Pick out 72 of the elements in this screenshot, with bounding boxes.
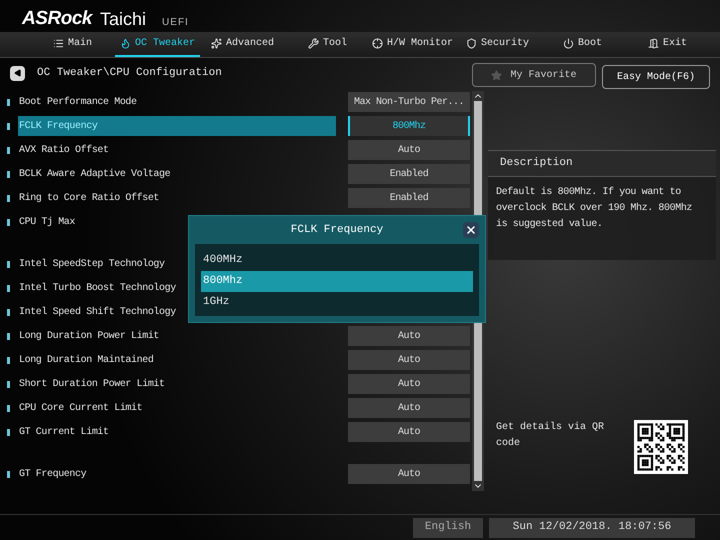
- setting-value[interactable]: Auto: [348, 422, 470, 442]
- description-text: Default is 800Mhz. If you want to overclock BCLK over 190 Mhz. 800Mhz is suggested value.: [495, 186, 694, 232]
- setting-label[interactable]: Long Duration Maintained: [18, 350, 336, 370]
- close-button[interactable]: [463, 222, 479, 238]
- setting-value[interactable]: Auto: [348, 398, 470, 418]
- setting-value[interactable]: Enabled: [348, 188, 470, 208]
- setting-label[interactable]: GT Frequency: [18, 464, 336, 484]
- setting-label[interactable]: BCLK Aware Adaptive Voltage: [18, 164, 336, 184]
- nav-tab[interactable]: Security: [455, 32, 540, 57]
- favorite-button[interactable]: My Favorite: [472, 63, 596, 87]
- power-icon: [562, 38, 574, 49]
- setting-value[interactable]: Auto: [348, 140, 470, 160]
- bullet-icon: [7, 470, 10, 478]
- wrench-icon: [308, 38, 319, 49]
- flame-icon: [120, 38, 131, 49]
- bullet-icon: [7, 332, 10, 340]
- setting-value[interactable]: Enabled: [348, 164, 470, 184]
- model-name: Taichi: [100, 10, 146, 28]
- description-title: Description: [488, 151, 716, 176]
- close-icon: [465, 224, 477, 236]
- setting-value[interactable]: 800Mhz: [348, 116, 470, 136]
- bullet-icon: [7, 404, 10, 412]
- qr-code-icon: [634, 420, 688, 474]
- back-arrow-icon: [14, 69, 22, 77]
- back-button[interactable]: [10, 66, 25, 80]
- brand-logo: ASRock: [22, 9, 92, 28]
- nav-tab[interactable]: H/W Monitor: [370, 32, 455, 57]
- star-icon: [491, 70, 502, 80]
- setting-label[interactable]: Short Duration Power Limit: [18, 374, 336, 394]
- setting-label[interactable]: Boot Performance Mode: [18, 92, 336, 112]
- date-time: Sun 12/02/2018. 18:07:56: [489, 518, 695, 538]
- setting-label[interactable]: Ring to Core Ratio Offset: [18, 188, 336, 208]
- nav-tab[interactable]: OC Tweaker: [115, 32, 200, 57]
- breadcrumb-path: OC Tweaker\CPU Configuration: [37, 66, 222, 81]
- setting-label[interactable]: Long Duration Power Limit: [18, 326, 336, 346]
- nav-tab[interactable]: Main: [30, 32, 115, 57]
- setting-value[interactable]: Max Non-Turbo Per...: [348, 92, 470, 112]
- bullet-icon: [7, 380, 10, 388]
- bullet-icon: [7, 428, 10, 436]
- easy-mode-button[interactable]: Easy Mode(F6): [602, 65, 710, 89]
- bullet-icon: [7, 356, 10, 364]
- shield-icon: [466, 38, 477, 49]
- setting-label[interactable]: AVX Ratio Offset: [18, 140, 336, 160]
- bullet-icon: [7, 308, 10, 316]
- bullet-icon: [7, 284, 10, 292]
- bullet-icon: [7, 260, 10, 268]
- crosshair-icon: [372, 38, 383, 49]
- setting-label[interactable]: CPU Core Current Limit: [18, 398, 336, 418]
- nav-tab[interactable]: Tool: [285, 32, 370, 57]
- setting-value[interactable]: Auto: [348, 326, 470, 346]
- dialog-option[interactable]: 400MHz: [201, 250, 473, 271]
- setting-label[interactable]: GT Current Limit: [18, 422, 336, 442]
- bullet-icon: [7, 122, 10, 130]
- firmware-label: UEFI: [162, 18, 189, 28]
- language-button[interactable]: English: [413, 518, 483, 538]
- qr-hint-text: Get details via QR code: [496, 420, 606, 451]
- setting-value[interactable]: Auto: [348, 374, 470, 394]
- bullet-icon: [7, 194, 10, 202]
- bullet-icon: [7, 170, 10, 178]
- nav-tab[interactable]: Exit: [625, 32, 710, 57]
- door-icon: [648, 38, 659, 49]
- sparkle-icon: [210, 38, 222, 49]
- dialog-option[interactable]: 1GHz: [201, 292, 473, 313]
- bullet-icon: [7, 218, 10, 226]
- bullet-icon: [7, 98, 10, 106]
- dialog-title: FCLK Frequency: [290, 222, 384, 238]
- bullet-icon: [7, 146, 10, 154]
- setting-label[interactable]: FCLK Frequency: [18, 116, 336, 136]
- nav-tab[interactable]: Advanced: [200, 32, 285, 57]
- nav-tab[interactable]: Boot: [540, 32, 625, 57]
- setting-value[interactable]: Auto: [348, 350, 470, 370]
- setting-value[interactable]: Auto: [348, 464, 470, 484]
